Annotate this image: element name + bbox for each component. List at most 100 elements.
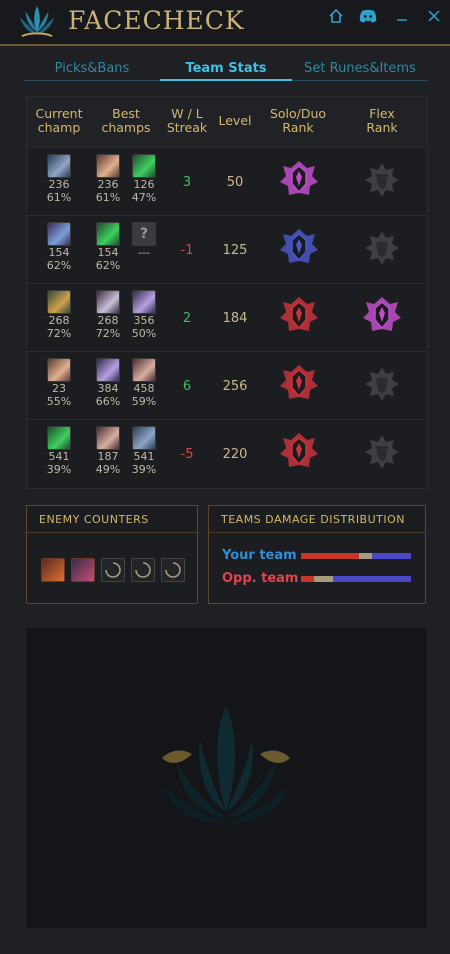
current-champ: 154 62% xyxy=(44,222,74,272)
preview-area xyxy=(26,628,426,928)
champion-icon xyxy=(96,154,120,178)
current-champ: 236 61% xyxy=(44,154,74,204)
close-button[interactable] xyxy=(424,6,444,26)
counter-champion-icon[interactable] xyxy=(71,558,95,582)
team-stats-table: Current champ Best champs W / L Streak Leve… xyxy=(26,96,428,489)
damage-distribution-panel: TEAMS DAMAGE DISTRIBUTION Your team Opp.… xyxy=(208,505,426,604)
level-value: 256 xyxy=(222,379,248,394)
level-value: 125 xyxy=(222,243,248,258)
champion-icon xyxy=(132,154,156,178)
champion-icon xyxy=(47,290,71,314)
solo-duo-rank-icon xyxy=(279,432,319,472)
best-champ: 541 39% xyxy=(129,426,159,476)
solo-duo-rank-icon xyxy=(279,228,319,268)
active-tab-indicator xyxy=(160,79,292,81)
tab-set-runes-items[interactable]: Set Runes&Items xyxy=(292,58,428,82)
champion-icon xyxy=(132,426,156,450)
app-title: FACECHECK xyxy=(68,6,245,35)
streak-value: 3 xyxy=(182,175,192,190)
your-team-label: Your team xyxy=(222,548,297,563)
loading-spinner-icon xyxy=(161,558,185,582)
champion-icon xyxy=(47,358,71,382)
best-champ: 154 62% xyxy=(93,222,123,272)
table-row: 541 39% 187 49% 541 39% -5 220 xyxy=(27,419,427,488)
minimize-icon xyxy=(397,19,407,21)
champion-icon xyxy=(132,290,156,314)
header-best-champs: Best champs xyxy=(101,106,151,135)
facecheck-logo-icon xyxy=(19,5,55,38)
solo-duo-rank-icon xyxy=(279,296,319,336)
enemy-counters-title: ENEMY COUNTERS xyxy=(39,513,149,526)
best-champ: 187 49% xyxy=(93,426,123,476)
header-level: Level xyxy=(218,113,252,128)
enemy-counters-panel: ENEMY COUNTERS xyxy=(26,505,198,604)
your-team-true-damage-bar xyxy=(359,553,372,559)
flex-rank-icon xyxy=(362,364,402,404)
table-header: Current champ Best champs W / L Streak Leve… xyxy=(27,97,427,147)
streak-value: 6 xyxy=(182,379,192,394)
champion-icon xyxy=(132,358,156,382)
opp-team-physical-damage-bar xyxy=(301,576,314,582)
flex-rank-icon xyxy=(362,228,402,268)
flex-rank-icon xyxy=(362,296,402,336)
tab-bar: Picks&Bans Team Stats Set Runes&Items xyxy=(24,58,428,82)
best-champ: 458 59% xyxy=(129,358,159,408)
current-champ: 541 39% xyxy=(44,426,74,476)
flex-rank-icon xyxy=(362,432,402,472)
opp-team-magic-damage-bar xyxy=(333,576,411,582)
streak-value: -5 xyxy=(180,447,194,462)
counter-champion-icon[interactable] xyxy=(41,558,65,582)
header-flex-rank: Flex Rank xyxy=(366,106,398,135)
best-champ: 126 47% xyxy=(129,154,159,204)
champion-icon xyxy=(47,154,71,178)
unknown-champion-icon: ? xyxy=(132,222,156,246)
your-team-magic-damage-bar xyxy=(372,553,411,559)
best-champ: 356 50% xyxy=(129,290,159,340)
close-icon xyxy=(428,10,440,22)
table-row: 23 55% 384 66% 458 59% 6 256 xyxy=(27,351,427,420)
opp-team-true-damage-bar xyxy=(314,576,333,582)
discord-button[interactable] xyxy=(358,6,378,26)
champion-icon xyxy=(96,290,120,314)
best-champ: 236 61% xyxy=(93,154,123,204)
loading-spinner-icon xyxy=(101,558,125,582)
facecheck-watermark-icon xyxy=(162,706,290,824)
champion-icon xyxy=(96,426,120,450)
solo-duo-rank-icon xyxy=(279,160,319,200)
level-value: 50 xyxy=(226,175,244,190)
header-solo-duo-rank: Solo/Duo Rank xyxy=(269,106,327,135)
best-champ: ? --- xyxy=(129,222,159,259)
flex-rank-icon xyxy=(362,160,402,200)
champion-icon xyxy=(47,222,71,246)
table-row: 236 61% 236 61% 126 47% 3 50 xyxy=(27,147,427,216)
streak-value: 2 xyxy=(182,311,192,326)
discord-icon xyxy=(359,9,377,23)
current-champ: 23 55% xyxy=(44,358,74,408)
header-streak: W / L Streak xyxy=(166,106,208,135)
level-value: 184 xyxy=(222,311,248,326)
champion-icon xyxy=(47,426,71,450)
header-current-champ: Current champ xyxy=(35,106,83,135)
current-champ: 268 72% xyxy=(44,290,74,340)
best-champ: 268 72% xyxy=(93,290,123,340)
panel-divider xyxy=(209,532,425,533)
damage-distribution-title: TEAMS DAMAGE DISTRIBUTION xyxy=(221,513,406,526)
streak-value: -1 xyxy=(180,243,194,258)
panel-divider xyxy=(27,532,197,533)
solo-duo-rank-icon xyxy=(279,364,319,404)
title-bar: FACECHECK xyxy=(0,0,450,46)
level-value: 220 xyxy=(222,447,248,462)
best-champ: 384 66% xyxy=(93,358,123,408)
champion-icon xyxy=(96,358,120,382)
tab-picks-bans[interactable]: Picks&Bans xyxy=(24,58,160,82)
minimize-button[interactable] xyxy=(392,6,412,26)
loading-spinner-icon xyxy=(131,558,155,582)
champion-icon xyxy=(96,222,120,246)
title-divider xyxy=(0,44,450,46)
home-icon xyxy=(329,8,343,23)
opp-team-label: Opp. team xyxy=(222,571,299,586)
your-team-physical-damage-bar xyxy=(301,553,359,559)
home-button[interactable] xyxy=(326,6,346,26)
table-row: 154 62% 154 62%? --- -1 125 xyxy=(27,215,427,284)
table-row: 268 72% 268 72% 356 50% 2 184 xyxy=(27,283,427,352)
